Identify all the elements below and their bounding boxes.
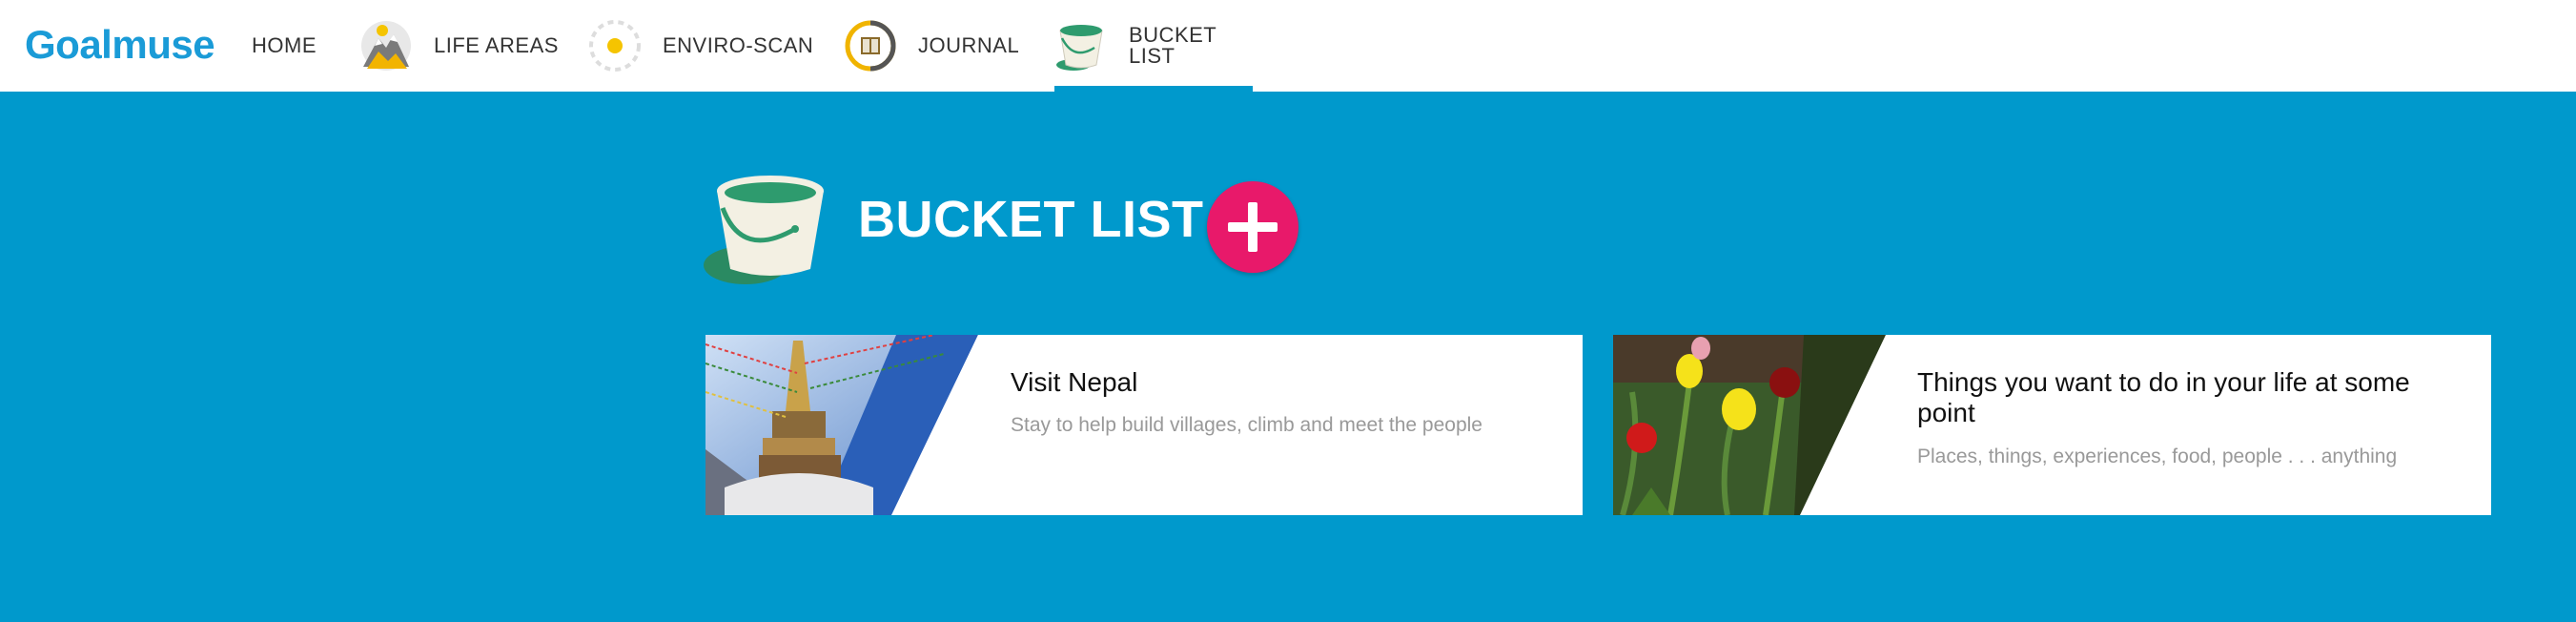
bucket-icon: [1054, 19, 1129, 73]
mountain-icon: [359, 19, 434, 73]
app-logo[interactable]: Goalmuse: [25, 21, 215, 69]
nav-item-enviro-scan[interactable]: ENVIRO-SCAN: [588, 0, 813, 92]
nav-item-label: LIFE AREAS: [434, 33, 559, 57]
nav-item-home[interactable]: HOME: [252, 0, 317, 92]
sun-dotted-icon: [588, 19, 663, 73]
top-nav-bar: Goalmuse HOME LIFE AREAS ENVIRO-SCAN JOU…: [0, 0, 2576, 92]
card-description: Stay to help build villages, climb and m…: [1011, 414, 1482, 436]
nav-item-label: BUCKET LIST: [1129, 23, 1216, 68]
nav-item-life-areas[interactable]: LIFE AREAS: [359, 0, 559, 92]
plus-icon: [1228, 202, 1278, 252]
page-title: BUCKET LIST: [858, 191, 1204, 248]
nav-item-label: ENVIRO-SCAN: [663, 33, 814, 57]
active-tab-indicator: [1054, 86, 1253, 92]
bucket-icon: [704, 164, 831, 288]
bucket-list-card[interactable]: Things you want to do in your life at so…: [1613, 335, 2491, 515]
nav-item-label: HOME: [252, 33, 317, 57]
card-title: Things you want to do in your life at so…: [1917, 367, 2410, 427]
card-description: Places, things, experiences, food, peopl…: [1917, 446, 2398, 467]
nav-item-label: JOURNAL: [918, 33, 1020, 57]
tulips-photo: [1613, 335, 1886, 515]
nav-item-bucket-list[interactable]: BUCKET LIST: [1054, 0, 1253, 92]
bucket-list-card[interactable]: Visit Nepal Stay to help build villages,…: [705, 335, 1583, 515]
journal-ring-icon: [844, 19, 918, 73]
logo-text: Goalmuse: [25, 22, 215, 67]
nav-item-journal[interactable]: JOURNAL: [844, 0, 1019, 92]
card-title: Visit Nepal: [1011, 367, 1138, 397]
stupa-photo: [705, 335, 978, 515]
add-bucket-item-button[interactable]: [1207, 181, 1298, 273]
